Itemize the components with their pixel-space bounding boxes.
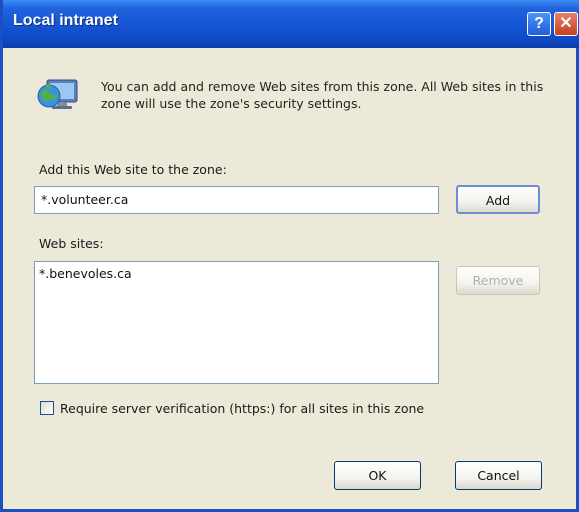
web-sites-list[interactable]: *.benevoles.ca <box>34 261 439 384</box>
ok-button-label: OK <box>368 468 387 483</box>
cancel-button[interactable]: Cancel <box>455 461 542 490</box>
local-intranet-globe-monitor-icon <box>37 79 78 109</box>
remove-button[interactable]: Remove <box>456 266 540 295</box>
web-sites-label-text: Web sites: <box>39 236 104 251</box>
local-intranet-dialog: Local intranet ? ✕ You can add and remov… <box>0 0 579 512</box>
window-title: Local intranet <box>13 12 118 29</box>
ok-button[interactable]: OK <box>334 461 421 490</box>
add-button[interactable]: Add <box>456 185 540 214</box>
add-site-label: Add this Web site to the zone: <box>39 162 227 177</box>
require-verification-checkbox[interactable] <box>40 401 54 415</box>
cancel-button-label: Cancel <box>477 468 520 483</box>
close-icon: ✕ <box>559 15 573 32</box>
dialog-content: You can add and remove Web sites from th… <box>3 48 576 509</box>
title-bar[interactable]: Local intranet ? ✕ <box>3 0 579 48</box>
close-button[interactable]: ✕ <box>554 12 578 36</box>
help-button[interactable]: ? <box>527 12 551 36</box>
add-button-label: Add <box>485 193 511 208</box>
list-item[interactable]: *.benevoles.ca <box>39 266 434 282</box>
web-sites-label: Web sites: <box>39 236 104 251</box>
help-icon: ? <box>534 15 544 32</box>
require-verification-label[interactable]: Require server verification (https:) for… <box>60 401 424 416</box>
add-site-input-value: *.volunteer.ca <box>41 192 129 207</box>
add-site-input[interactable]: *.volunteer.ca <box>34 186 439 214</box>
remove-button-label: Remove <box>472 273 524 288</box>
zone-description: You can add and remove Web sites from th… <box>101 79 544 111</box>
add-site-label-text: Add this Web site to the zone: <box>39 162 227 177</box>
